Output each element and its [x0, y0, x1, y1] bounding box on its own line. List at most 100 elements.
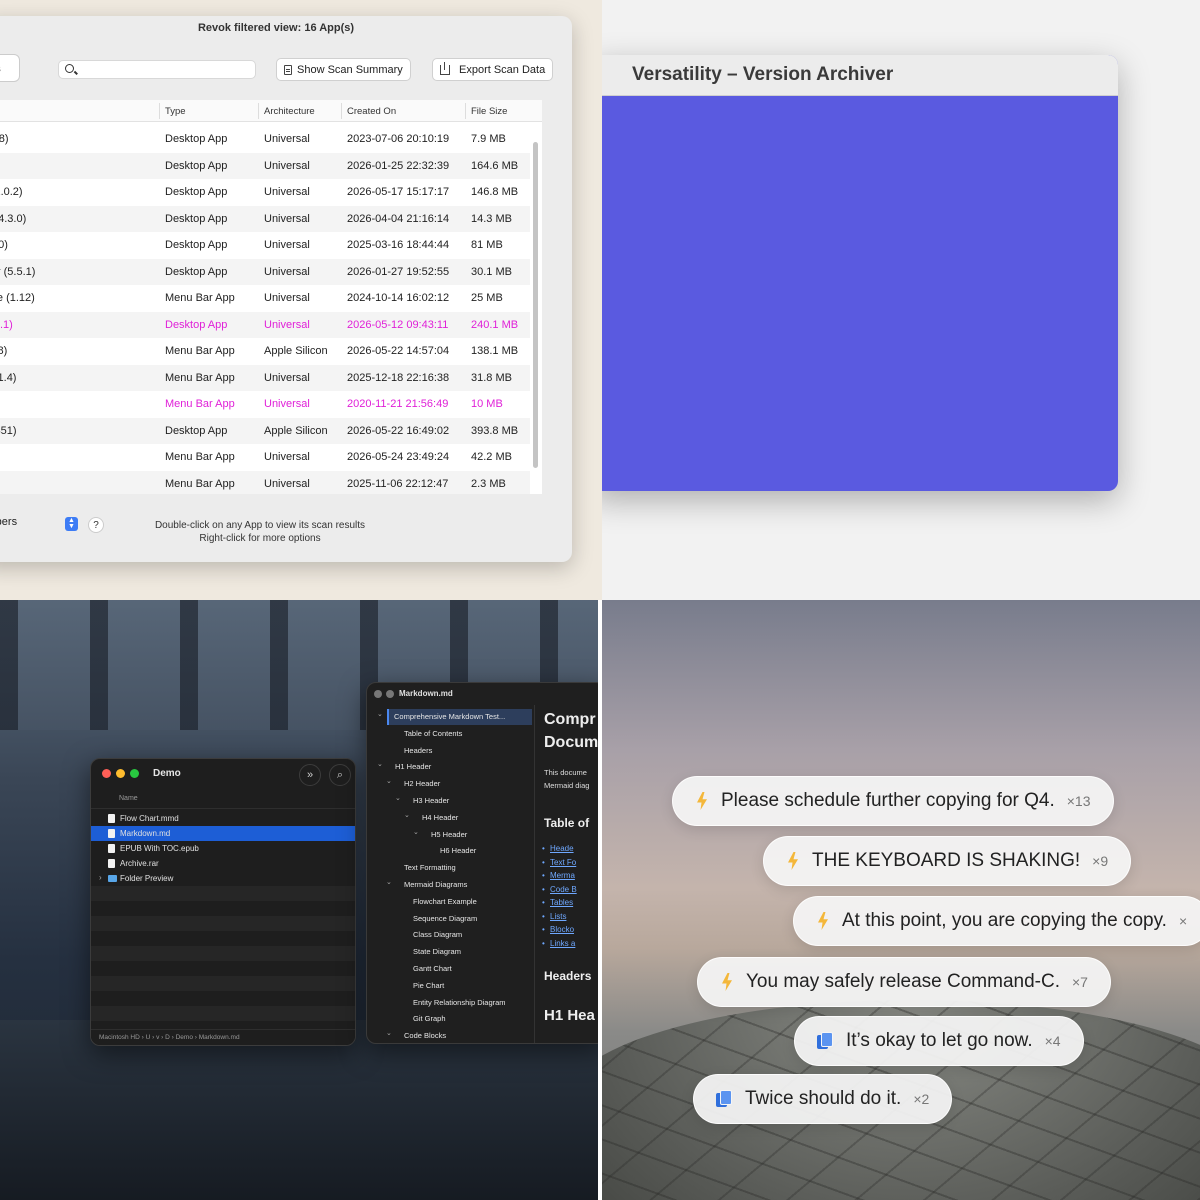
table-row[interactable]: .15)Menu Bar AppUniversal2026-05-24 23:4… [0, 444, 530, 471]
category-select[interactable]: n Helpers [0, 516, 17, 528]
chevron-down-icon[interactable]: ⌄ [377, 760, 383, 768]
table-row[interactable]: 2.90.451) Desktop App Apple Silicon 2026-05… [0, 417, 530, 444]
toc-link[interactable]: Blocko [542, 925, 574, 934]
disclosure-chevron-icon[interactable]: › [99, 873, 102, 882]
screenshot-collage: Revok filtered view: 16 App(s) pps Show … [0, 0, 1200, 1200]
file-row[interactable]: EPUB With TOC.epub [91, 841, 355, 856]
table-row[interactable]: 1.0.6)Menu Bar AppUniversal2025-11-06 22… [0, 470, 530, 494]
toast-notification[interactable]: You may safely release Command-C. ×7 [697, 957, 1111, 1007]
chevron-down-icon[interactable]: ⌄ [413, 828, 419, 836]
outline-item[interactable]: Text Formatting [367, 860, 535, 876]
path-segment[interactable]: Macintosh HD [99, 1034, 140, 1041]
export-scan-data-button[interactable]: Export Scan Data [432, 58, 554, 81]
path-segment[interactable]: Demo [176, 1034, 193, 1041]
outline-item[interactable]: ⌄ H4 Header [367, 810, 535, 826]
table-row[interactable]: leaner (5.5.1) Desktop App Universal 2026-0… [0, 258, 530, 285]
outline-item[interactable]: Git Graph [367, 1011, 535, 1027]
table-row[interactable]: .2)Menu Bar AppUniversal2020-11-21 21:56… [0, 391, 530, 418]
outline-item[interactable]: ⌄ H1 Header [367, 759, 535, 775]
toc-link[interactable]: Lists [542, 912, 567, 921]
toc-link[interactable]: Tables [542, 898, 573, 907]
outline-item[interactable]: Class Diagram [367, 927, 535, 943]
file-icon [108, 844, 115, 853]
outline-item[interactable]: State Diagram [367, 944, 535, 960]
more-chevron-icon[interactable]: » [299, 764, 321, 786]
file-name: Markdown.md [120, 829, 171, 838]
apps-table[interactable]: Type Architecture Created On File Size r… [0, 100, 542, 494]
zoom-button[interactable] [130, 769, 139, 778]
close-button[interactable] [102, 769, 111, 778]
outline-item[interactable]: Gantt Chart [367, 961, 535, 977]
chevron-down-icon[interactable]: ⌄ [395, 794, 401, 802]
toc-link[interactable]: Links a [542, 939, 575, 948]
search-icon[interactable]: ⌕ [329, 764, 351, 786]
toast-notification[interactable]: It’s okay to let go now. ×4 [794, 1016, 1084, 1066]
outline-item[interactable]: ⌄ H5 Header [367, 827, 535, 843]
cell-created: 2026-05-17 15:17:17 [347, 186, 450, 198]
path-segment[interactable]: Markdown.md [199, 1034, 240, 1041]
cell-type: Menu Bar App [165, 398, 235, 410]
settings-icon[interactable] [386, 690, 394, 698]
file-row[interactable]: Flow Chart.mmd [91, 811, 355, 826]
window-titlebar[interactable]: Versatility – Version Archiver [602, 55, 1118, 96]
toast-notification[interactable]: THE KEYBOARD IS SHAKING! ×9 [763, 836, 1132, 886]
file-row[interactable]: Archive.rar [91, 856, 355, 871]
show-scan-summary-button[interactable]: Show Scan Summary [276, 58, 411, 81]
outline-item[interactable]: ⌄ Mermaid Diagrams [367, 877, 535, 893]
outline-item[interactable]: H6 Header [367, 843, 535, 859]
file-row[interactable]: Markdown.md [91, 826, 355, 841]
cell-created: 2026-05-22 16:49:02 [347, 424, 450, 437]
table-row[interactable]: adio (1.4) Menu Bar App Universal 2025-12-1… [0, 364, 530, 391]
toc-link[interactable]: Text Fo [542, 858, 576, 867]
toc-link[interactable]: Merma [542, 871, 575, 880]
table-row[interactable]: N (6.5.1) Desktop App Universal 2026-05-12 … [0, 311, 530, 338]
table-row[interactable]: 104.18) Menu Bar App Apple Silicon 2026-05-… [0, 338, 530, 365]
outline-item[interactable]: Entity Relationship Diagram [367, 995, 535, 1011]
outline-item[interactable]: Flowchart Example [367, 894, 535, 910]
chevron-down-icon[interactable]: ⌄ [377, 710, 383, 718]
chevron-down-icon[interactable]: ⌄ [386, 878, 392, 886]
table-row[interactable]: (1.17.0) Desktop App Universal 2025-03-16 1… [0, 232, 530, 259]
toast-count: ×9 [1092, 853, 1109, 869]
close-icon[interactable] [374, 690, 382, 698]
table-row[interactable]: d Time (1.12) Menu Bar App Universal 2024-1… [0, 285, 530, 312]
outline-item[interactable]: Headers [367, 743, 535, 759]
table-row[interactable]: ttery (4.3.0) Desktop App Universal 2026-04… [0, 205, 530, 232]
column-header-name[interactable]: Name [91, 791, 355, 809]
col-file-size[interactable]: File Size [471, 106, 507, 117]
col-created-on[interactable]: Created On [347, 106, 396, 117]
cell-type: Menu Bar App [165, 345, 235, 357]
outline-item[interactable]: ⌄ Code Blocks [367, 1028, 535, 1043]
category-select-stepper-icon[interactable]: ▲ ▼ [65, 517, 78, 531]
table-scrollbar[interactable] [533, 142, 538, 468]
table-row[interactable]: ac (12.0.2) Desktop App Universal 2026-05-1… [0, 179, 530, 206]
chevron-down-icon[interactable]: ⌄ [404, 811, 410, 819]
outline-item[interactable]: Table of Contents [367, 726, 535, 742]
col-architecture[interactable]: Architecture [264, 106, 315, 117]
help-button[interactable]: ? [88, 517, 104, 533]
search-input[interactable] [58, 60, 256, 79]
col-type[interactable]: Type [165, 106, 186, 117]
cell-type: Desktop App [165, 186, 228, 198]
table-row[interactable]: 4)Desktop AppUniversal2026-01-25 22:32:3… [0, 152, 530, 179]
chevron-down-icon[interactable]: ⌄ [386, 1029, 392, 1037]
chevron-down-icon[interactable]: ⌄ [386, 777, 392, 785]
cell-name: 104.18) [0, 345, 8, 357]
toast-notification[interactable]: At this point, you are copying the copy.… [793, 896, 1200, 946]
outline-item[interactable]: ⌄ Comprehensive Markdown Test... [377, 709, 532, 725]
app-filter-segment[interactable]: pps [0, 54, 20, 82]
minimize-button[interactable] [116, 769, 125, 778]
toast-notification[interactable]: Please schedule further copying for Q4. ×… [672, 776, 1114, 826]
table-row[interactable]: r (3.6.8) Desktop App Universal 2023-07-06 … [0, 126, 530, 153]
window-title: Markdown.md [399, 689, 453, 698]
outline-item[interactable]: Sequence Diagram [367, 911, 535, 927]
cell-arch: Universal [264, 477, 310, 490]
toast-notification[interactable]: Twice should do it. ×2 [693, 1074, 953, 1124]
cell-type: Menu Bar App [165, 292, 235, 304]
file-row[interactable]: › Folder Preview [91, 871, 355, 886]
toc-link[interactable]: Heade [542, 844, 573, 853]
toc-link[interactable]: Code B [542, 885, 577, 894]
outline-item[interactable]: ⌄ H2 Header [367, 776, 535, 792]
outline-item[interactable]: Pie Chart [367, 978, 535, 994]
outline-item[interactable]: ⌄ H3 Header [367, 793, 535, 809]
